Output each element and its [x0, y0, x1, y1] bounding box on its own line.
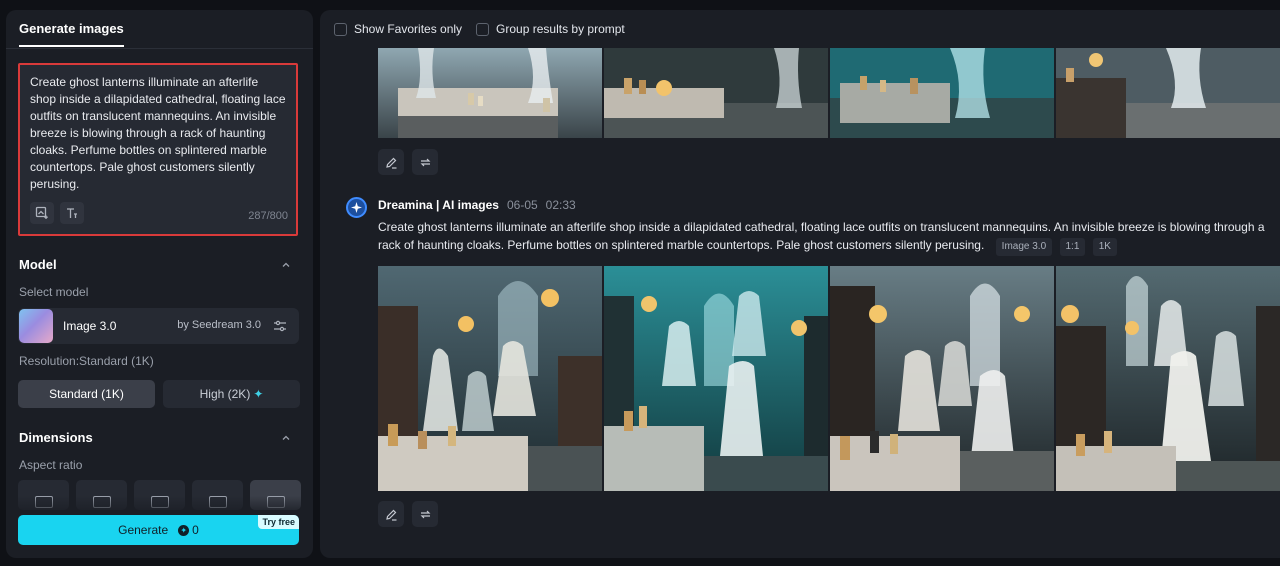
- try-free-badge: Try free: [258, 515, 299, 529]
- message-time: 02:33: [545, 198, 576, 212]
- resolution-high-button[interactable]: High (2K) ✦: [163, 380, 300, 408]
- show-favorites-checkbox[interactable]: Show Favorites only: [334, 22, 462, 36]
- results-toolbar: Show Favorites only Group results by pro…: [320, 10, 1280, 48]
- generated-image[interactable]: [604, 48, 828, 138]
- message-header: Dreamina | AI images 06-05 02:33: [378, 198, 576, 212]
- sparkle-icon: ✦: [253, 387, 264, 401]
- generate-panel: Generate images Create ghost lanterns il…: [6, 10, 313, 558]
- generate-button[interactable]: Generate ✦ 0 Try free: [18, 515, 299, 545]
- edit-icon[interactable]: [378, 501, 404, 527]
- dreamina-avatar: [346, 197, 367, 218]
- model-thumbnail: [19, 309, 53, 343]
- image-row: [378, 266, 1280, 491]
- regenerate-icon[interactable]: [412, 501, 438, 527]
- resolution-label: Resolution:Standard (1K): [19, 354, 154, 368]
- prompt-input[interactable]: Create ghost lanterns illuminate an afte…: [18, 63, 298, 236]
- resolution-standard-button[interactable]: Standard (1K): [18, 380, 155, 408]
- scroll-fade: [6, 496, 313, 516]
- model-section-title[interactable]: Model: [19, 257, 57, 272]
- aspect-ratio-label: Aspect ratio: [19, 458, 83, 472]
- chevron-up-icon[interactable]: [281, 433, 291, 443]
- generated-image[interactable]: [1056, 266, 1280, 491]
- generate-label: Generate: [118, 523, 169, 537]
- message-prompt-text: Create ghost lanterns illuminate an afte…: [378, 220, 1265, 252]
- checkbox-box[interactable]: [334, 22, 347, 36]
- model-name: Image 3.0: [63, 319, 117, 333]
- text-style-icon[interactable]: [60, 202, 84, 224]
- ratio-tag: 1:1: [1059, 238, 1086, 256]
- edit-icon[interactable]: [378, 149, 404, 175]
- resolution-standard-label: Standard (1K): [49, 387, 124, 401]
- message-author: Dreamina | AI images: [378, 198, 499, 212]
- image-reference-icon[interactable]: [30, 202, 54, 224]
- group-by-prompt-checkbox[interactable]: Group results by prompt: [476, 22, 625, 36]
- dimensions-section-title[interactable]: Dimensions: [19, 430, 93, 445]
- group-by-prompt-label: Group results by prompt: [496, 22, 625, 36]
- credits: ✦ 0: [178, 523, 199, 537]
- generated-image[interactable]: [604, 266, 828, 491]
- checkbox-box[interactable]: [476, 22, 490, 36]
- generated-image[interactable]: [830, 48, 1054, 138]
- model-tag: Image 3.0: [995, 238, 1053, 256]
- tab-generate-images[interactable]: Generate images: [19, 21, 124, 47]
- model-selector[interactable]: Image 3.0 by Seedream 3.0: [18, 308, 299, 344]
- resolution-tag: 1K: [1092, 238, 1117, 256]
- select-model-label: Select model: [19, 285, 89, 299]
- char-count: 287/800: [248, 210, 288, 222]
- credit-icon: ✦: [178, 524, 190, 536]
- prompt-text[interactable]: Create ghost lanterns illuminate an afte…: [30, 74, 286, 193]
- results-area: Show Favorites only Group results by pro…: [320, 10, 1280, 558]
- prompt-tools: [30, 202, 84, 224]
- panel-tabs: Generate images: [6, 10, 313, 49]
- show-favorites-label: Show Favorites only: [354, 22, 463, 36]
- sliders-icon[interactable]: [273, 319, 287, 333]
- resolution-high-label: High (2K): [199, 387, 251, 401]
- message-date: 06-05: [506, 198, 538, 212]
- generated-image[interactable]: [378, 266, 602, 491]
- generated-image[interactable]: [378, 48, 602, 138]
- message-prompt[interactable]: Create ghost lanterns illuminate an afte…: [378, 218, 1273, 256]
- regenerate-icon[interactable]: [412, 149, 438, 175]
- generated-image[interactable]: [1056, 48, 1280, 138]
- model-provider: by Seedream 3.0: [177, 319, 261, 331]
- credit-count: 0: [192, 523, 199, 537]
- generated-image[interactable]: [830, 266, 1054, 491]
- previous-image-row: [378, 48, 1280, 138]
- chevron-up-icon[interactable]: [281, 260, 291, 270]
